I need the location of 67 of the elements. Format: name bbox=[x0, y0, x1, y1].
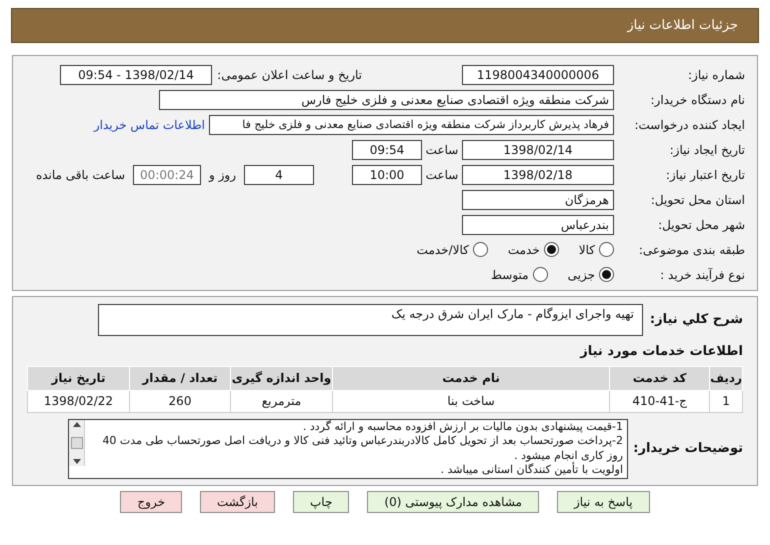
text-field[interactable]: 1398/02/14 - 09:54 bbox=[60, 64, 212, 84]
field-label: ساعت bbox=[424, 166, 460, 184]
field-label: نوع فرآیند خرید : bbox=[659, 266, 746, 284]
field-label: روز و bbox=[208, 166, 237, 184]
radio-button[interactable] bbox=[472, 242, 488, 257]
text-field[interactable]: هرمزگان bbox=[462, 190, 614, 210]
text-field[interactable]: شرکت منطقه ویژه اقتصادی صنایع معدنی و فلزی خلیج فارس bbox=[159, 90, 614, 110]
field-label: نام دستگاه خریدار: bbox=[650, 92, 746, 108]
page-header: جزئیات اطلاعات نیاز bbox=[11, 8, 759, 43]
column-header: تاریخ نیاز bbox=[28, 366, 130, 390]
radio-button[interactable] bbox=[599, 267, 614, 282]
column-header: نام خدمت bbox=[332, 366, 610, 390]
note-line: اولویت با تأمین کنندگان استانی میباشد . bbox=[439, 463, 623, 478]
action-button[interactable]: خروج bbox=[120, 490, 182, 512]
field-label: شماره نیاز: bbox=[687, 66, 746, 84]
column-header: کد خدمت bbox=[610, 366, 710, 390]
field-label: شهر محل تحویل: bbox=[657, 216, 746, 234]
table-cell: مترمربع bbox=[230, 390, 332, 412]
radio-label: کالا/خدمت bbox=[416, 242, 469, 258]
column-header: واحد اندازه گیری bbox=[230, 366, 332, 390]
scroll-down-icon[interactable] bbox=[72, 458, 80, 464]
radio-label: جزیی bbox=[568, 266, 595, 284]
action-button[interactable]: بازگشت bbox=[200, 490, 275, 512]
text-field[interactable]: 10:00 bbox=[352, 164, 422, 184]
text-field[interactable]: 1398/02/18 bbox=[462, 164, 614, 184]
text-field[interactable]: 4 bbox=[244, 164, 314, 184]
field-label: شرح کلي نیاز: bbox=[648, 311, 743, 330]
action-button[interactable]: پاسخ به نیاز bbox=[556, 490, 650, 512]
table-cell: ج-41-410 bbox=[610, 390, 710, 412]
table-cell: 260 bbox=[130, 390, 230, 412]
field-label: ساعت bbox=[424, 142, 460, 158]
contact-link[interactable]: اطلاعات تماس خریدار bbox=[94, 116, 205, 134]
field-label: طبقه بندی موضوعی: bbox=[638, 242, 746, 258]
field-label: توضیحات خریدار: bbox=[632, 440, 743, 458]
field-label: تاریخ ایجاد نیاز: bbox=[668, 142, 746, 158]
text-field[interactable]: 1398/02/14 bbox=[462, 140, 614, 160]
action-button[interactable]: چاپ bbox=[293, 490, 350, 512]
text-field[interactable]: 1198004340000006 bbox=[462, 64, 614, 84]
radio-button[interactable] bbox=[532, 267, 548, 282]
radio-button[interactable] bbox=[544, 242, 559, 257]
description-field[interactable]: تهیه واجرای ایزوگام - مارک ایران شرق درجه یک bbox=[98, 304, 643, 336]
column-header: تعداد / مقدار bbox=[130, 366, 230, 390]
field-label: ساعت باقی مانده bbox=[34, 166, 126, 184]
scroll-thumb[interactable] bbox=[70, 436, 82, 448]
section-title: اطلاعات خدمات مورد نیاز bbox=[578, 343, 743, 361]
field-label: تاریخ و ساعت اعلان عمومی: bbox=[216, 66, 362, 84]
column-header: ردیف bbox=[710, 366, 742, 390]
field-label: ایجاد کننده درخواست: bbox=[633, 116, 746, 134]
radio-label: متوسط bbox=[490, 266, 529, 284]
field-label: تاریخ اعتبار نیاز: bbox=[664, 166, 746, 184]
note-line: 2-پرداخت صورتحساب بعد از تحویل کامل کالادربندرعباس وتائید فنی کالا و دریافت اصل صورتحساب طی مدت 40 روز کاری انجام میشود . bbox=[101, 434, 623, 462]
radio-label: خدمت bbox=[508, 242, 540, 258]
notes-box[interactable] bbox=[68, 418, 628, 478]
countdown-field[interactable]: 00:00:24 bbox=[133, 164, 201, 184]
text-field[interactable]: بندرعباس bbox=[462, 214, 614, 234]
scrollbar[interactable] bbox=[69, 420, 85, 466]
radio-label: کالا bbox=[578, 242, 595, 258]
text-field[interactable]: فرهاد پذیرش کاربرداز شرکت منطقه ویژه اقتصادی صنایع معدنی و فلزی خلیج فا bbox=[209, 114, 614, 134]
note-line: 1-قیمت پیشنهادی بدون مالیات بر ارزش افزوده محاسبه و ارائه گردد . bbox=[302, 420, 623, 434]
table-cell: ساخت بنا bbox=[332, 390, 610, 412]
action-button[interactable]: مشاهده مدارک پیوستی (0) bbox=[367, 490, 539, 512]
radio-button[interactable] bbox=[599, 242, 614, 257]
field-label: استان محل تحویل: bbox=[650, 192, 746, 208]
scroll-up-icon[interactable] bbox=[72, 422, 80, 426]
table-cell: 1 bbox=[710, 390, 742, 412]
text-field[interactable]: 09:54 bbox=[352, 140, 422, 160]
table-cell: 1398/02/22 bbox=[28, 390, 130, 412]
